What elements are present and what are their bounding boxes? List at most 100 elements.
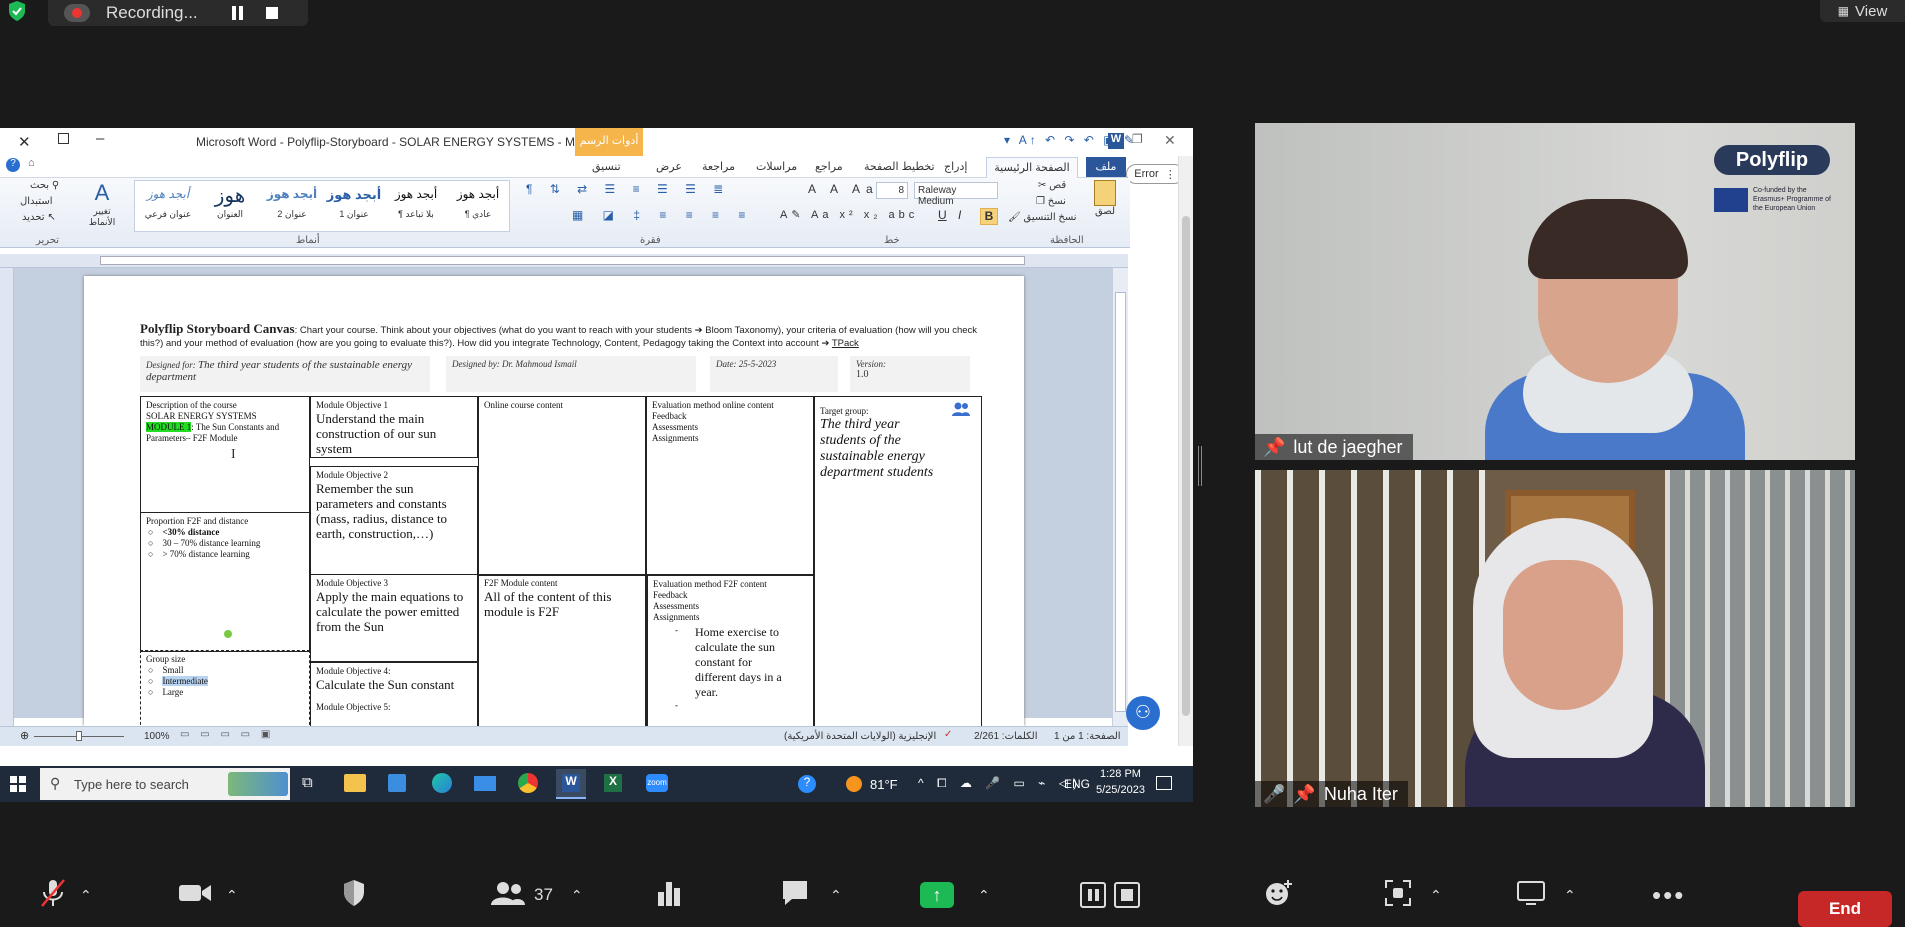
notifications-icon[interactable] <box>1156 776 1172 790</box>
tab-file[interactable]: ملف <box>1086 157 1126 177</box>
chevron-up-icon[interactable]: ⌃ <box>226 887 238 904</box>
module-objective-2-cell[interactable]: Module Objective 2 Remember the sun para… <box>310 466 478 575</box>
error-button[interactable]: Error ⋮ <box>1126 164 1184 184</box>
view-mode-buttons[interactable]: ▭ ▭ ▭ ▭ ▣ <box>180 729 274 740</box>
clock-date[interactable]: 5/25/2023 <box>1096 784 1145 796</box>
chevron-up-icon[interactable]: ⌃ <box>571 887 583 904</box>
horizontal-ruler[interactable] <box>0 254 1128 268</box>
tab-insert[interactable]: إدراج <box>944 160 967 173</box>
clock-time[interactable]: 1:28 PM <box>1100 768 1141 780</box>
file-explorer-icon[interactable] <box>344 774 366 792</box>
module-objective-3-cell[interactable]: Module Objective 3 Apply the main equati… <box>310 574 478 662</box>
security-shield-icon[interactable] <box>6 0 28 22</box>
tab-format[interactable]: تنسيق <box>592 160 621 173</box>
format-painter-button[interactable]: 🖌 نسخ التنسيق <box>1008 212 1077 223</box>
font-size-box[interactable]: 8 <box>876 182 908 199</box>
proofing-icon[interactable]: ✓ <box>944 729 952 740</box>
paste-button[interactable]: لصق <box>1090 180 1120 228</box>
font-name-box[interactable]: Raleway Medium <box>914 182 998 207</box>
windows-start-icon[interactable] <box>10 776 26 792</box>
zoom-taskbar-icon[interactable]: zoom <box>646 774 668 792</box>
f2f-content-cell[interactable]: F2F Module content All of the content of… <box>478 574 646 730</box>
module-objective-1-cell[interactable]: Module Objective 1 Understand the main c… <box>310 396 478 458</box>
change-styles-button[interactable]: A تغيير الأنماط <box>82 180 122 228</box>
minimize-icon[interactable]: – <box>96 130 104 147</box>
rotation-handle[interactable] <box>224 630 232 638</box>
outer-close-icon[interactable]: ✕ <box>1164 132 1176 149</box>
cut-button[interactable]: ✂ قص <box>1038 180 1066 191</box>
pause-recording-button[interactable] <box>231 6 246 20</box>
group-size-cell[interactable]: Group size ○ Small ○ Intermediate ○ Larg… <box>140 650 310 730</box>
module-objective-4-cell[interactable]: Module Objective 4: Calculate the Sun co… <box>310 662 478 730</box>
word-taskbar-icon[interactable]: W <box>556 769 586 799</box>
end-meeting-button[interactable]: End <box>1798 891 1892 927</box>
outer-restore-icon[interactable]: ❐ <box>1132 132 1143 146</box>
page-number[interactable]: الصفحة: 1 من 1 <box>1054 731 1121 742</box>
vertical-scrollbar[interactable] <box>1112 268 1128 726</box>
style-heading-2[interactable]: أبجد هوز عنوان 2 <box>261 181 323 231</box>
document-page[interactable]: Polyflip Storyboard Canvas: Chart your c… <box>84 276 1024 730</box>
edge-icon[interactable] <box>432 773 452 793</box>
bold-button[interactable]: B <box>980 208 998 225</box>
taskbar-search[interactable]: ⚲ Type here to search <box>40 768 290 800</box>
excel-taskbar-icon[interactable]: X <box>604 774 622 792</box>
collapse-ribbon-icon[interactable]: ⌂ <box>28 157 35 169</box>
style-no-spacing[interactable]: أبجد هوز ¶ بلا تباعد <box>385 181 447 231</box>
reactions-button[interactable] <box>1264 879 1294 910</box>
chrome-icon[interactable] <box>518 773 538 793</box>
style-subtitle[interactable]: أبجد هوز عنوان فرعي <box>137 181 199 231</box>
video-button[interactable]: ⌃ <box>178 880 238 910</box>
video-tile-participant-1[interactable]: Polyflip Co-funded by the Erasmus+ Progr… <box>1255 123 1855 460</box>
paragraph-buttons-row2[interactable]: ▦ ◪ ‡ ≡ ≡ ≡ ≡ <box>572 208 753 222</box>
input-language[interactable]: ENG <box>1064 777 1090 791</box>
style-title[interactable]: هوز العنوان <box>199 181 261 231</box>
font-format-buttons[interactable]: A✎ Aa x² x₂ abc <box>780 208 918 221</box>
whiteboard-button[interactable]: ⌃ <box>1516 880 1576 910</box>
target-group-cell[interactable]: Target group: The third year students of… <box>814 396 982 730</box>
mail-icon[interactable] <box>474 776 496 791</box>
font-grow-shrink-buttons[interactable]: A A Aa <box>808 182 879 196</box>
chat-button[interactable]: ⌃ <box>780 880 842 910</box>
pause-stop-recording-button[interactable] <box>1080 880 1140 910</box>
mute-button[interactable]: ⌃ <box>40 878 92 910</box>
participants-button[interactable]: 37 ⌃ <box>490 880 583 910</box>
polls-button[interactable] <box>656 880 682 910</box>
select-button[interactable]: تحديد ↖ <box>22 212 56 223</box>
pane-resize-handle[interactable] <box>1198 446 1202 486</box>
replace-button[interactable]: استبدال <box>20 196 53 207</box>
help-icon[interactable]: ? <box>6 158 20 172</box>
description-cell[interactable]: Description of the course SOLAR ENERGY S… <box>140 396 310 513</box>
zoom-slider[interactable]: ⊕ <box>20 730 124 742</box>
apps-button[interactable]: ⌃ <box>1384 879 1442 910</box>
tab-mailings[interactable]: مراسلات <box>756 160 797 173</box>
online-content-cell[interactable]: Online course content <box>478 396 646 576</box>
outer-scrollbar[interactable] <box>1178 156 1193 746</box>
store-icon[interactable] <box>388 774 406 792</box>
evaluation-f2f-cell[interactable]: Evaluation method F2F content Feedback A… <box>646 574 814 730</box>
word-count[interactable]: الكلمات: 2/261 <box>974 731 1038 742</box>
evaluation-online-cell[interactable]: Evaluation method online content Feedbac… <box>646 396 814 576</box>
tab-view[interactable]: عرض <box>656 160 682 173</box>
chevron-up-icon[interactable]: ⌃ <box>80 887 92 904</box>
task-view-icon[interactable]: ⧉ <box>302 774 313 791</box>
weather-temp[interactable]: 81°F <box>870 777 898 792</box>
maximize-icon[interactable] <box>58 133 69 144</box>
chevron-up-icon[interactable]: ⌃ <box>978 887 990 904</box>
style-normal[interactable]: أبجد هوز ¶ عادي <box>447 181 509 231</box>
vertical-ruler[interactable] <box>0 268 14 726</box>
share-screen-button[interactable]: ↑ ⌃ <box>920 880 990 910</box>
security-button[interactable] <box>342 879 366 910</box>
system-tray-icons[interactable]: ^ ⧠ ☁ 🎤 ▭ ⌁ ◁) <box>918 776 1082 791</box>
language-status[interactable]: الإنجليزية (الولايات المتحدة الأمريكية) <box>784 731 936 742</box>
tab-home[interactable]: الصفحة الرئيسية <box>986 157 1078 178</box>
italic-button[interactable]: I <box>958 208 961 222</box>
video-tile-participant-2[interactable]: 🎤 📌 Nuha Iter <box>1255 470 1855 807</box>
tab-page-layout[interactable]: تخطيط الصفحة <box>864 160 935 173</box>
chevron-up-icon[interactable]: ⌃ <box>1430 887 1442 904</box>
tab-references[interactable]: مراجع <box>815 160 843 173</box>
tab-review[interactable]: مراجعة <box>702 160 735 173</box>
style-heading-1[interactable]: أبجد هوز عنوان 1 <box>323 181 385 231</box>
close-icon[interactable]: ✕ <box>18 133 31 151</box>
copy-button[interactable]: ❐ نسخ <box>1036 196 1066 207</box>
help-taskbar-icon[interactable]: ? <box>798 775 816 793</box>
